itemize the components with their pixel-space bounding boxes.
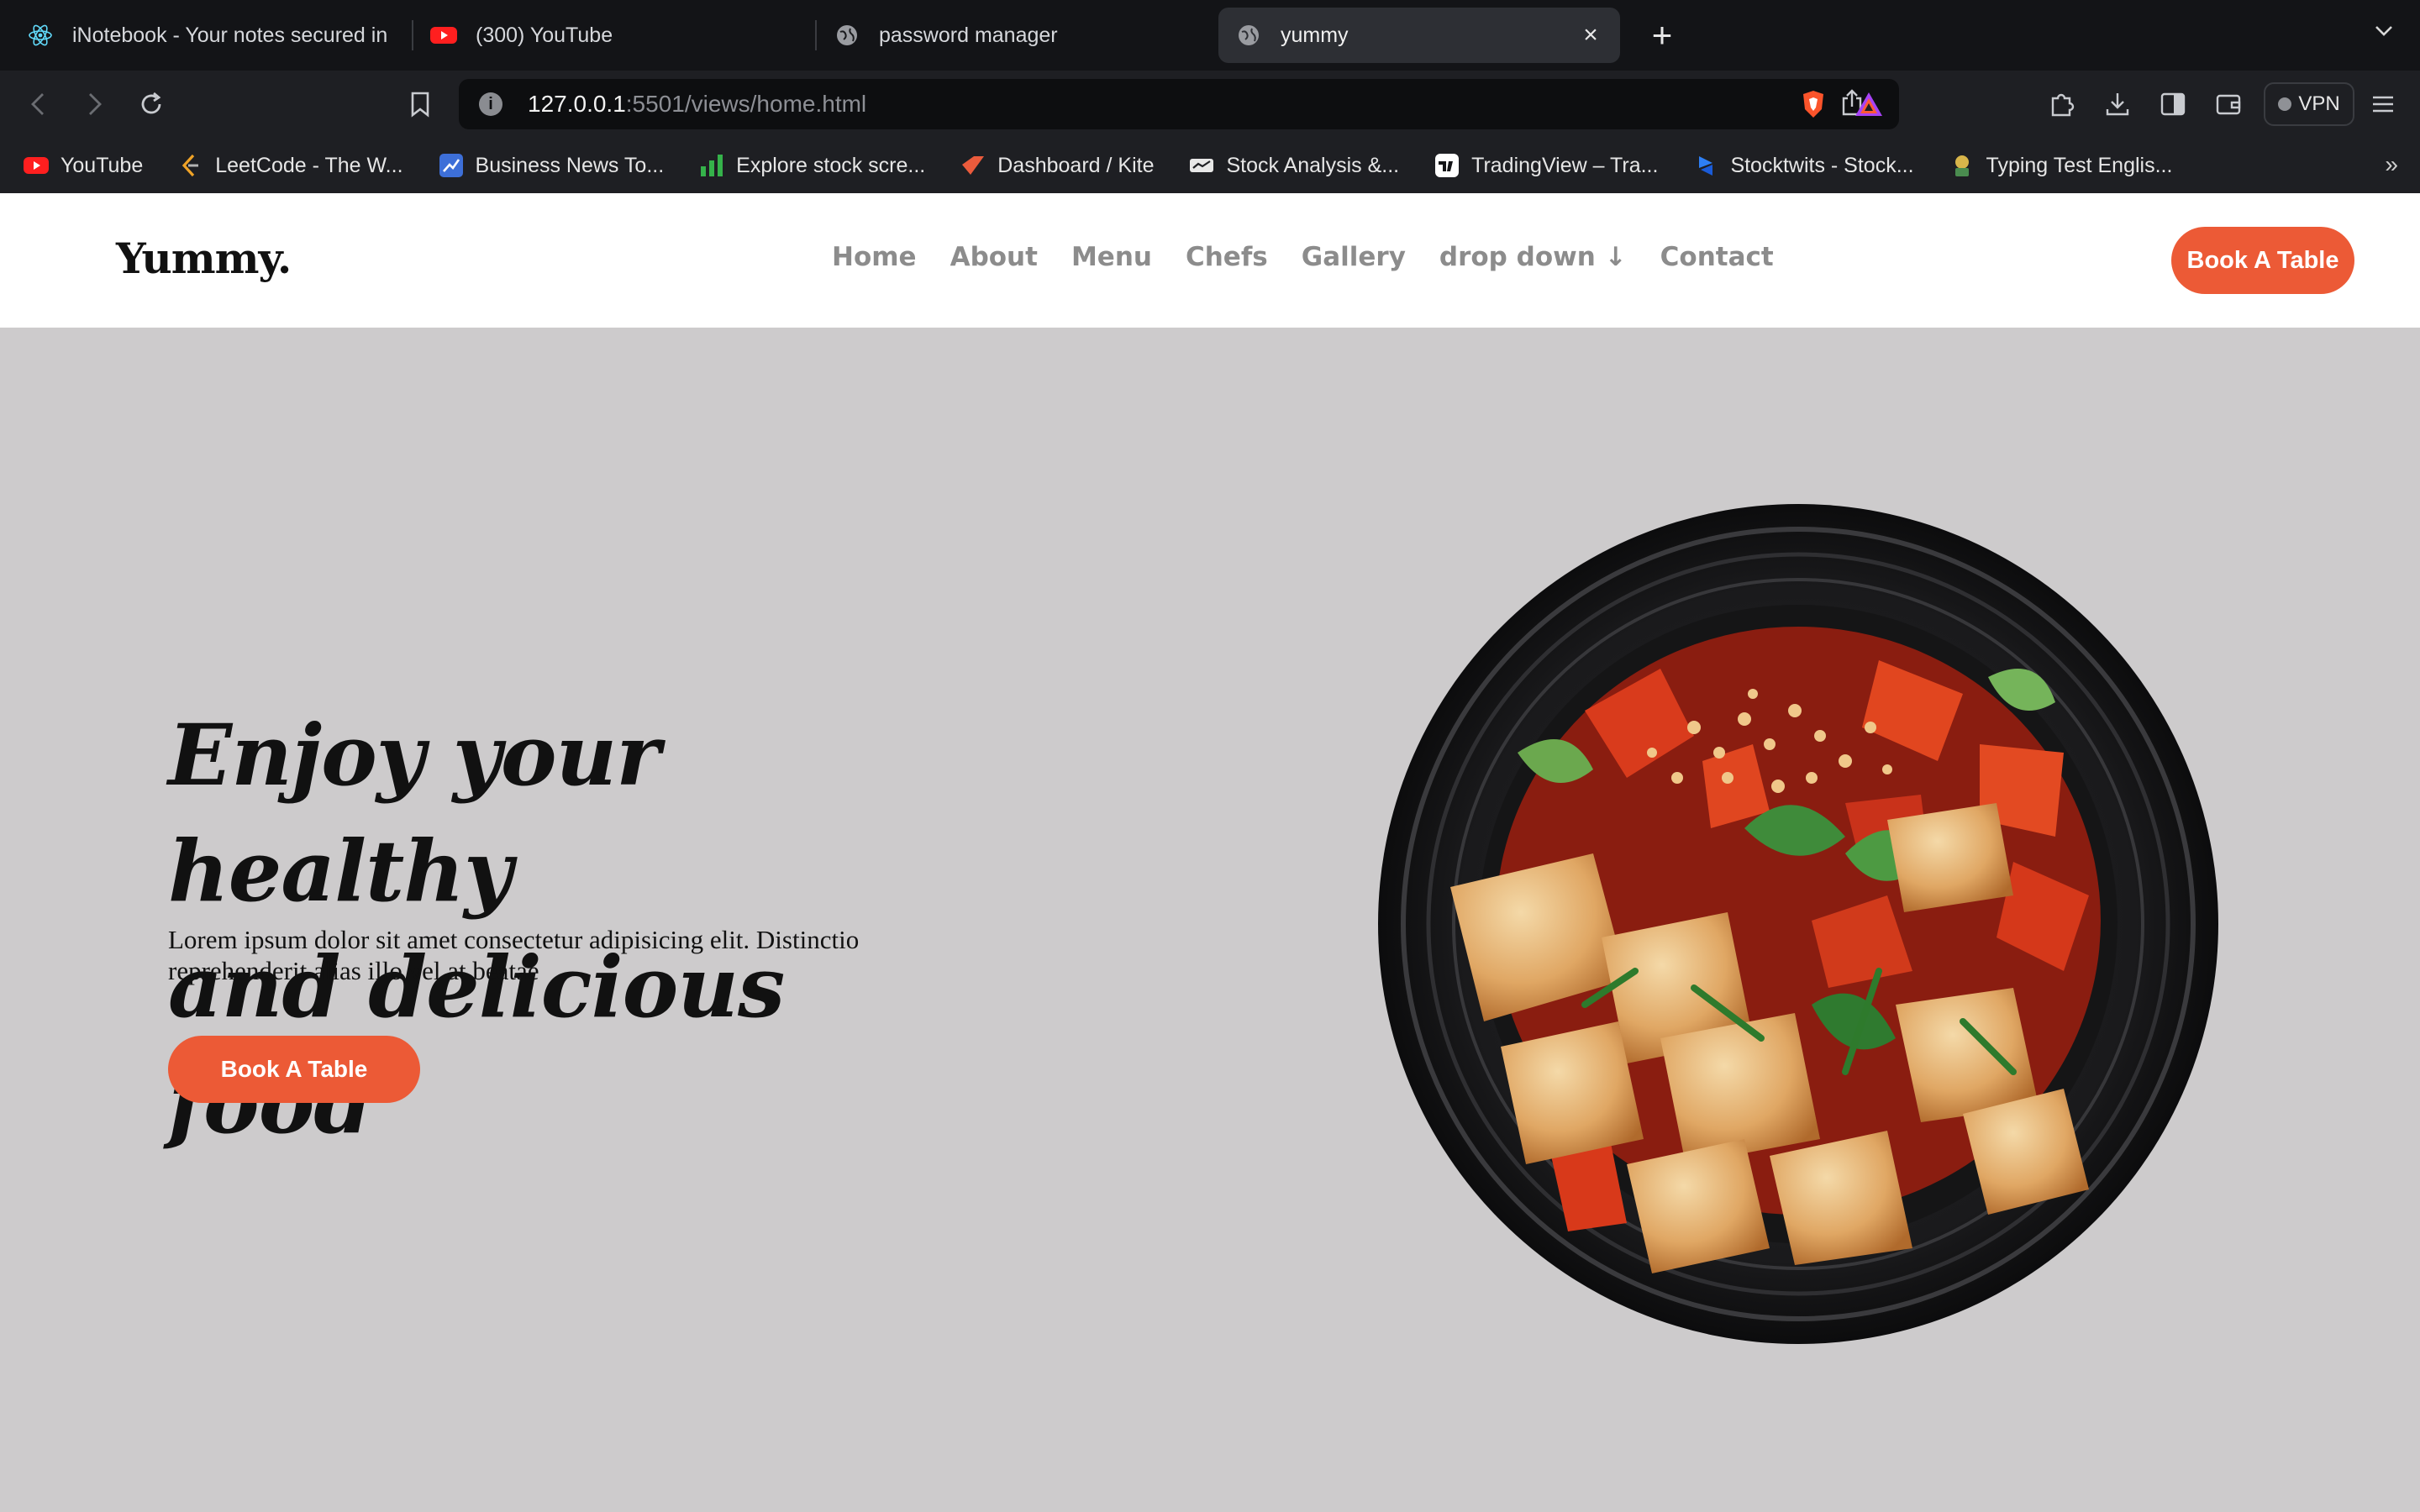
bookmark-stocktwits[interactable]: Stocktwits - Stock... bbox=[1693, 153, 1914, 178]
hero-title-line-1: Enjoy your healthy bbox=[168, 706, 660, 921]
food-plate-image bbox=[1378, 504, 2218, 1344]
bookmark-label: LeetCode - The W... bbox=[215, 153, 403, 177]
hero-section: Enjoy your healthy and delicious food Lo… bbox=[0, 328, 2420, 1512]
brave-rewards-icon[interactable] bbox=[1852, 87, 1886, 121]
back-button[interactable] bbox=[22, 87, 55, 121]
nav-chefs[interactable]: Chefs bbox=[1186, 242, 1268, 272]
tab-yummy[interactable]: yummy × bbox=[1218, 8, 1620, 63]
nav-menu[interactable]: Menu bbox=[1071, 242, 1152, 272]
tab-title: password manager bbox=[879, 23, 1058, 47]
book-table-hero-button[interactable]: Book A Table bbox=[168, 1036, 420, 1103]
hero-description: Lorem ipsum dolor sit amet consectetur a… bbox=[168, 925, 860, 985]
new-tab-button[interactable]: + bbox=[1645, 18, 1679, 53]
extensions-icon[interactable] bbox=[2045, 87, 2079, 121]
menu-hamburger-icon[interactable] bbox=[2366, 87, 2400, 121]
site-logo[interactable]: Yummy. bbox=[116, 234, 292, 283]
bookmark-label: YouTube bbox=[60, 153, 144, 177]
bookmark-tradingview[interactable]: TradingView – Tra... bbox=[1434, 153, 1658, 178]
tab-title: yummy bbox=[1281, 23, 1349, 47]
bookmark-label: Dashboard / Kite bbox=[997, 153, 1155, 177]
sidebar-icon[interactable] bbox=[2156, 87, 2190, 121]
more-bookmarks-chevron-icon[interactable]: » bbox=[2385, 151, 2398, 178]
nav-contact[interactable]: Contact bbox=[1660, 242, 1774, 272]
site-header: Yummy. Home About Menu Chefs Gallery dro… bbox=[0, 193, 2420, 328]
vpn-button[interactable]: VPN bbox=[2264, 82, 2354, 126]
nav-home[interactable]: Home bbox=[832, 242, 917, 272]
stocktwits-icon bbox=[1693, 153, 1718, 178]
bookmark-label: TradingView – Tra... bbox=[1471, 153, 1659, 177]
stock-bars-icon bbox=[699, 153, 724, 178]
main-nav: Home About Menu Chefs Gallery drop down … bbox=[832, 242, 1774, 272]
tab-bar: iNotebook - Your notes secured in (300) … bbox=[0, 0, 2420, 71]
globe-icon bbox=[834, 22, 860, 49]
globe-icon bbox=[1235, 22, 1262, 49]
tab-list-chevron-icon[interactable] bbox=[2373, 20, 2395, 49]
bookmark-stock-screener[interactable]: Explore stock scre... bbox=[699, 153, 925, 178]
download-icon[interactable] bbox=[2101, 87, 2134, 121]
typing-test-icon bbox=[1949, 153, 1975, 178]
nav-about[interactable]: About bbox=[950, 242, 1038, 272]
nav-dropdown[interactable]: drop down ↓ bbox=[1439, 242, 1627, 272]
bookmark-icon[interactable] bbox=[403, 87, 437, 121]
bookmark-stock-analysis[interactable]: Stock Analysis &... bbox=[1189, 153, 1399, 178]
bookmark-kite[interactable]: Dashboard / Kite bbox=[960, 153, 1154, 178]
reload-button[interactable] bbox=[134, 87, 168, 121]
bookmark-leetcode[interactable]: LeetCode - The W... bbox=[178, 153, 403, 178]
bookmark-business-news[interactable]: Business News To... bbox=[439, 153, 665, 178]
tab-title: (300) YouTube bbox=[476, 23, 613, 47]
address-bar[interactable]: i 127.0.0.1:5501/views/home.html bbox=[459, 79, 1899, 129]
kite-icon bbox=[960, 153, 986, 178]
youtube-icon bbox=[430, 22, 457, 49]
bookmark-label: Business News To... bbox=[475, 153, 665, 177]
tab-title: iNotebook - Your notes secured in bbox=[72, 23, 388, 47]
bookmark-label: Stocktwits - Stock... bbox=[1730, 153, 1914, 177]
leetcode-icon bbox=[178, 153, 203, 178]
bookmark-label: Typing Test Englis... bbox=[1986, 153, 2173, 177]
tab-inotebook[interactable]: iNotebook - Your notes secured in bbox=[10, 8, 412, 63]
bookmark-typing-test[interactable]: Typing Test Englis... bbox=[1949, 153, 2173, 178]
brave-shields-icon[interactable] bbox=[1797, 87, 1830, 121]
nav-gallery[interactable]: Gallery bbox=[1302, 242, 1406, 272]
youtube-icon bbox=[24, 153, 49, 178]
stock-analysis-icon bbox=[1189, 153, 1214, 178]
forward-button[interactable] bbox=[77, 87, 111, 121]
site-info-icon[interactable]: i bbox=[479, 92, 502, 116]
wallet-icon[interactable] bbox=[2212, 87, 2245, 121]
tab-youtube[interactable]: (300) YouTube bbox=[413, 8, 815, 63]
bookmark-label: Stock Analysis &... bbox=[1226, 153, 1400, 177]
bookmarks-bar: YouTube LeetCode - The W... Business New… bbox=[0, 138, 2420, 193]
close-tab-icon[interactable]: × bbox=[1578, 21, 1603, 50]
tradingview-icon bbox=[1434, 153, 1460, 178]
vpn-status-dot bbox=[2278, 97, 2292, 111]
react-icon bbox=[27, 22, 54, 49]
bookmark-label: Explore stock scre... bbox=[736, 153, 926, 177]
bookmark-youtube[interactable]: YouTube bbox=[24, 153, 143, 178]
business-news-icon bbox=[439, 153, 464, 178]
url-path: :5501/views/home.html bbox=[625, 91, 867, 117]
vpn-label: VPN bbox=[2298, 92, 2340, 115]
url-host: 127.0.0.1 bbox=[528, 91, 626, 117]
tab-password-manager[interactable]: password manager bbox=[817, 8, 1218, 63]
book-table-header-button[interactable]: Book A Table bbox=[2171, 227, 2354, 294]
browser-toolbar: i 127.0.0.1:5501/views/home.html VPN bbox=[0, 71, 2420, 138]
